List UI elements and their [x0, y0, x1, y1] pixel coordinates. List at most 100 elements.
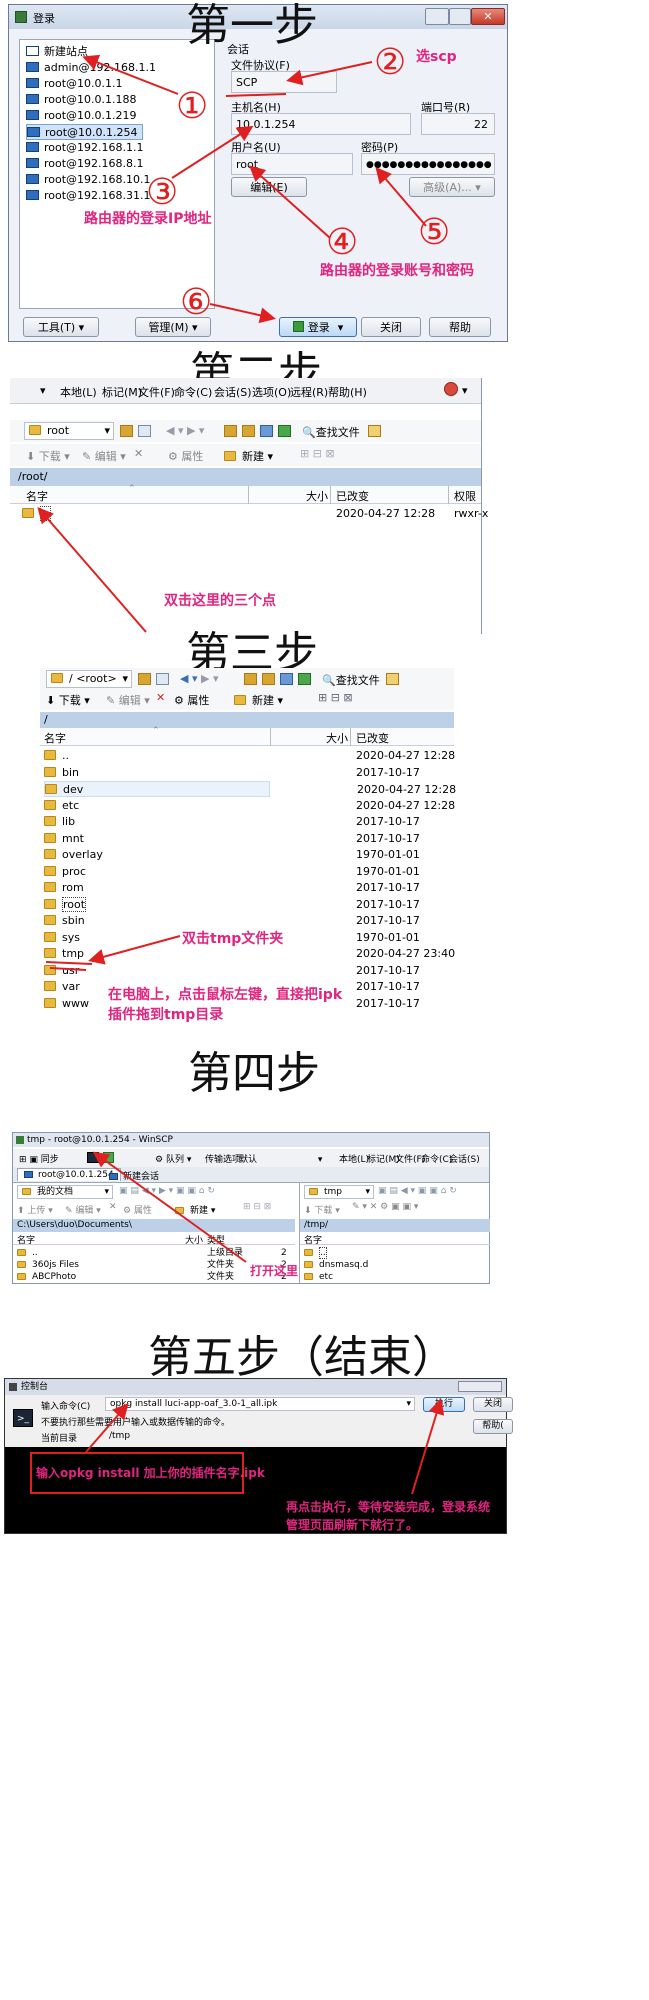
select-icons[interactable]: ⊞ ⊟ ⊠	[300, 447, 335, 460]
menu-command[interactable]: 命令(C)	[421, 1152, 452, 1165]
local-nav-icons[interactable]: ▣ ▤ ◀ ▾ ▶ ▾ ▣ ▣ ⌂ ↻	[119, 1186, 215, 1196]
refresh-icon[interactable]	[298, 673, 311, 685]
filter-icon[interactable]	[156, 673, 169, 685]
col-type[interactable]: 类型	[207, 1233, 225, 1246]
col-size[interactable]: 大小	[185, 1233, 203, 1246]
table-row[interactable]: etc 2020-04-27 12:28	[44, 798, 455, 814]
table-row[interactable]: tmp 2020-04-27 23:40	[44, 946, 455, 962]
properties-button[interactable]: ⚙ 属性	[174, 692, 209, 708]
tree-icon[interactable]	[386, 673, 399, 685]
edit-button[interactable]: ✎ 编辑 ▾	[106, 692, 150, 708]
table-row[interactable]: .. 上级目录 2	[17, 1247, 293, 1259]
delete-icon[interactable]: ✕	[156, 691, 165, 704]
sync-icon[interactable]	[444, 382, 458, 396]
table-row[interactable]: ..	[304, 1247, 327, 1259]
delete-icon[interactable]: ✕	[109, 1202, 117, 1212]
close-button[interactable]: 关闭	[361, 317, 421, 337]
command-input[interactable]: opkg install luci-app-oaf_3.0-1_all.ipk ▾	[105, 1397, 415, 1411]
back-icon[interactable]: ◀ ▾ ▶ ▾	[180, 672, 218, 685]
home-icon[interactable]	[280, 673, 293, 685]
remote-toolbar-icons[interactable]: ✎ ▾ ✕ ⚙ ▣ ▣ ▾	[352, 1202, 418, 1212]
find-files-button[interactable]: 🔍查找文件	[302, 424, 360, 440]
maximize-button[interactable]	[449, 8, 471, 25]
path-dropdown[interactable]: / <root> ▾	[46, 670, 132, 688]
table-row[interactable]: bin 2017-10-17	[44, 765, 454, 781]
site-item[interactable]: root@10.0.1.1	[26, 76, 123, 92]
table-row[interactable]: usr 2017-10-17	[44, 963, 454, 979]
advanced-button[interactable]: 高级(A)... ▾	[409, 177, 495, 197]
window-controls[interactable]	[458, 1381, 502, 1392]
site-item[interactable]: root@192.168.1.1	[26, 140, 144, 156]
site-item[interactable]: root@192.168.10.1	[26, 172, 151, 188]
execute-button[interactable]: 执行	[423, 1397, 465, 1412]
select-icons[interactable]: ⊞ ⊟ ⊠	[318, 691, 353, 704]
menu-session[interactable]: 会话(S)	[214, 384, 252, 400]
help-button[interactable]: 帮助(	[473, 1419, 513, 1434]
new-button[interactable]: 新建 ▾	[175, 1203, 215, 1216]
table-row[interactable]: proc 1970-01-01	[44, 864, 454, 880]
user-input[interactable]: root	[231, 153, 353, 175]
tools-button[interactable]: 工具(T) ▾	[23, 317, 99, 337]
site-new[interactable]: 新建站点	[26, 44, 88, 60]
menu-remote[interactable]: 远程(R)	[290, 384, 328, 400]
col-changed[interactable]: 已改变	[356, 730, 389, 746]
table-row[interactable]: .. 2020-04-27 12:28 rwxr-x	[22, 506, 488, 522]
menu-mark[interactable]: 标记(M)	[102, 384, 142, 400]
local-path-dropdown[interactable]: 我的文档 ▾	[17, 1185, 113, 1199]
menu-command[interactable]: 命令(C)	[174, 384, 212, 400]
root-dir-icon[interactable]	[262, 673, 275, 685]
properties-button[interactable]: ⚙ 属性	[168, 448, 203, 464]
col-size[interactable]: 大小	[306, 488, 328, 504]
edit-button[interactable]: 编辑(E)	[231, 177, 307, 197]
properties-button[interactable]: ⚙ 属性	[123, 1203, 152, 1216]
table-row[interactable]: lib 2017-10-17	[44, 814, 454, 830]
open-folder-icon[interactable]	[120, 425, 133, 437]
login-button[interactable]: 登录 ▾	[279, 317, 357, 337]
table-row[interactable]: .. 2020-04-27 12:28	[44, 748, 455, 764]
menu-file[interactable]: 文件(F)	[138, 384, 175, 400]
root-dir-icon[interactable]	[242, 425, 255, 437]
filter-icon[interactable]	[138, 425, 151, 437]
menu-help[interactable]: 帮助(H)	[328, 384, 367, 400]
col-name[interactable]: 名字	[17, 1233, 35, 1246]
tree-icon[interactable]	[368, 425, 381, 437]
site-item[interactable]: admin@192.168.1.1	[26, 60, 156, 76]
table-row[interactable]: overlay 1970-01-01	[44, 847, 454, 863]
menu-local[interactable]: 本地(L)	[60, 384, 97, 400]
tab-new-session[interactable]: 新建会话	[109, 1169, 159, 1182]
close-button[interactable]: 关闭	[473, 1397, 513, 1412]
port-input[interactable]: 22	[421, 113, 495, 135]
help-button[interactable]: 帮助	[429, 317, 491, 337]
menu-session[interactable]: 会话(S)	[449, 1152, 480, 1165]
site-item[interactable]: root@192.168.8.1	[26, 156, 144, 172]
download-button[interactable]: ⬇ 下载 ▾	[46, 692, 90, 708]
back-icon[interactable]: ◀ ▾ ▶ ▾	[166, 424, 204, 437]
site-item[interactable]: root@10.0.1.188	[26, 92, 137, 108]
menu-options[interactable]: 选项(O)	[252, 384, 291, 400]
site-item-selected[interactable]: root@10.0.1.254	[26, 124, 143, 140]
col-name[interactable]: 名字	[304, 1233, 322, 1246]
edit-button[interactable]: ✎ 编辑 ▾	[65, 1203, 101, 1216]
new-button[interactable]: 新建 ▾	[224, 448, 273, 464]
sync-button[interactable]: ⊞ ▣ 同步	[19, 1152, 59, 1165]
queue-button[interactable]: ⚙ 队列 ▾	[155, 1152, 191, 1165]
home-icon[interactable]	[260, 425, 273, 437]
tab-session[interactable]: root@10.0.1.254	[17, 1168, 121, 1181]
find-files-button[interactable]: 🔍查找文件	[322, 672, 380, 688]
table-row[interactable]: sbin 2017-10-17	[44, 913, 454, 929]
col-name[interactable]: 名字	[44, 730, 66, 746]
sync-browse-icon[interactable]	[103, 1152, 114, 1163]
edit-button[interactable]: ✎ 编辑 ▾	[82, 448, 126, 464]
parent-dir-icon[interactable]	[244, 673, 257, 685]
col-rights[interactable]: 权限	[454, 488, 476, 504]
path-dropdown[interactable]: root ▾	[24, 422, 114, 440]
table-row[interactable]: mnt 2017-10-17	[44, 831, 454, 847]
transfer-default[interactable]: 默认 ▾	[239, 1152, 322, 1165]
col-name[interactable]: 名字	[26, 488, 48, 504]
host-input[interactable]: 10.0.1.254	[231, 113, 411, 135]
table-row[interactable]: dev 2020-04-27 12:28	[44, 781, 456, 797]
open-folder-icon[interactable]	[138, 673, 151, 685]
menu-local[interactable]: 本地(L)	[339, 1152, 369, 1165]
remote-nav-icons[interactable]: ▣ ▤ ◀ ▾ ▣ ▣ ⌂ ↻	[378, 1186, 457, 1196]
table-row[interactable]: root 2017-10-17	[44, 896, 454, 913]
